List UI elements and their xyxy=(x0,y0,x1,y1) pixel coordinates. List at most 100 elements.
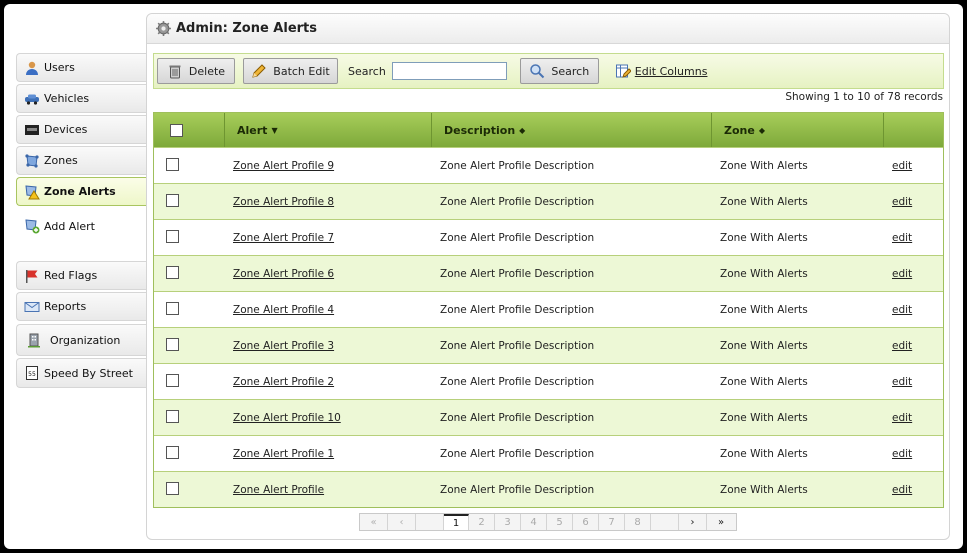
edit-link[interactable]: edit xyxy=(892,484,912,496)
page-1-button[interactable]: 1 xyxy=(444,514,469,530)
column-header-label: Zone xyxy=(724,123,755,137)
panel-header: Admin: Zone Alerts xyxy=(147,14,949,44)
zone-cell: Zone With Alerts xyxy=(720,411,808,424)
row-checkbox[interactable] xyxy=(166,481,179,495)
page-2-button[interactable]: 2 xyxy=(469,514,495,530)
alert-link[interactable]: Zone Alert Profile 7 xyxy=(233,232,334,244)
edit-link[interactable]: edit xyxy=(892,448,912,460)
building-icon xyxy=(28,333,40,348)
search-button[interactable]: Search xyxy=(519,58,599,84)
sidebar-item-speed-by-street[interactable]: 55 Speed By Street xyxy=(16,358,146,388)
delete-button[interactable]: Delete xyxy=(157,58,235,84)
batch-edit-button[interactable]: Batch Edit xyxy=(243,58,338,84)
edit-link[interactable]: edit xyxy=(892,304,912,316)
row-select-cell xyxy=(154,445,225,462)
alert-link[interactable]: Zone Alert Profile 9 xyxy=(233,160,334,172)
alert-link[interactable]: Zone Alert Profile 1 xyxy=(233,448,334,460)
alert-link[interactable]: Zone Alert Profile xyxy=(233,484,324,496)
edit-link[interactable]: edit xyxy=(892,232,912,244)
action-cell: edit xyxy=(884,376,912,388)
main-panel: Admin: Zone Alerts Delete Batch Edit Sea… xyxy=(146,13,950,540)
sidebar-item-organization[interactable]: Organization xyxy=(16,324,146,356)
row-checkbox[interactable] xyxy=(166,445,179,459)
row-select-cell xyxy=(154,265,225,282)
sidebar-item-devices[interactable]: Devices xyxy=(16,115,146,144)
description-cell: Zone Alert Profile Description xyxy=(440,267,595,280)
sidebar-item-red-flags[interactable]: Red Flags xyxy=(16,261,146,290)
row-checkbox[interactable] xyxy=(166,265,179,279)
page-3-button[interactable]: 3 xyxy=(495,514,521,530)
search-input[interactable] xyxy=(391,62,507,80)
sidebar-item-zone-alerts[interactable]: Zone Alerts xyxy=(16,177,146,206)
row-select-cell xyxy=(154,301,225,318)
column-header-description[interactable]: Description ◆ xyxy=(432,113,712,147)
select-all-checkbox[interactable] xyxy=(170,123,183,137)
alert-link[interactable]: Zone Alert Profile 2 xyxy=(233,376,334,388)
next-page-button[interactable]: › xyxy=(679,514,707,530)
pager-spacer xyxy=(651,514,679,530)
zone-cell: Zone With Alerts xyxy=(720,339,808,352)
page-4-button[interactable]: 4 xyxy=(521,514,547,530)
sidebar-item-reports[interactable]: Reports xyxy=(16,292,146,321)
sidebar-item-label: Users xyxy=(44,61,75,74)
sidebar-item-users[interactable]: Users xyxy=(16,53,146,82)
description-cell: Zone Alert Profile Description xyxy=(440,303,595,316)
action-cell: edit xyxy=(884,160,912,172)
row-checkbox[interactable] xyxy=(166,409,179,423)
row-checkbox[interactable] xyxy=(166,229,179,243)
zone-cell: Zone With Alerts xyxy=(720,483,808,496)
edit-link[interactable]: edit xyxy=(892,268,912,280)
alert-link[interactable]: Zone Alert Profile 6 xyxy=(233,268,334,280)
alert-link[interactable]: Zone Alert Profile 8 xyxy=(233,196,334,208)
first-page-button[interactable]: « xyxy=(360,514,388,530)
page-7-button[interactable]: 7 xyxy=(599,514,625,530)
zone-cell: Zone With Alerts xyxy=(720,231,808,244)
table-row: Zone Alert Profile 3 Zone Alert Profile D… xyxy=(154,327,943,363)
action-cell: edit xyxy=(884,196,912,208)
description-cell: Zone Alert Profile Description xyxy=(440,447,595,460)
edit-link[interactable]: edit xyxy=(892,412,912,424)
svg-text:55: 55 xyxy=(28,371,36,378)
table-row: Zone Alert Profile Zone Alert Profile Des… xyxy=(154,471,943,507)
alert-link[interactable]: Zone Alert Profile 4 xyxy=(233,304,334,316)
alert-cell: Zone Alert Profile 7 xyxy=(225,232,432,244)
description-cell: Zone Alert Profile Description xyxy=(440,483,595,496)
table-row: Zone Alert Profile 7 Zone Alert Profile D… xyxy=(154,219,943,255)
sort-icon: ◆ xyxy=(519,125,526,135)
row-checkbox[interactable] xyxy=(166,301,179,315)
column-header-alert[interactable]: Alert ▼ xyxy=(225,113,432,147)
row-checkbox[interactable] xyxy=(166,373,179,387)
alert-cell: Zone Alert Profile xyxy=(225,484,432,496)
sidebar-item-add-alert[interactable]: Add Alert xyxy=(24,216,95,236)
sidebar-item-zones[interactable]: Zones xyxy=(16,146,146,175)
edit-link[interactable]: edit xyxy=(892,160,912,172)
column-header-zone[interactable]: Zone ◆ xyxy=(712,113,884,147)
table-row: Zone Alert Profile 1 Zone Alert Profile D… xyxy=(154,435,943,471)
alert-cell: Zone Alert Profile 9 xyxy=(225,160,432,172)
zone-icon xyxy=(25,153,39,168)
zone-cell: Zone With Alerts xyxy=(720,303,808,316)
page-5-button[interactable]: 5 xyxy=(547,514,573,530)
alert-link[interactable]: Zone Alert Profile 3 xyxy=(233,340,334,352)
alert-link[interactable]: Zone Alert Profile 10 xyxy=(233,412,341,424)
edit-link[interactable]: edit xyxy=(892,340,912,352)
alert-cell: Zone Alert Profile 6 xyxy=(225,268,432,280)
edit-link[interactable]: edit xyxy=(892,196,912,208)
sidebar-item-vehicles[interactable]: Vehicles xyxy=(16,84,146,113)
column-header-label: Alert xyxy=(237,123,268,137)
prev-page-button[interactable]: ‹ xyxy=(388,514,416,530)
row-checkbox[interactable] xyxy=(166,193,179,207)
page-8-button[interactable]: 8 xyxy=(625,514,651,530)
edit-link[interactable]: edit xyxy=(892,376,912,388)
page-6-button[interactable]: 6 xyxy=(573,514,599,530)
row-checkbox[interactable] xyxy=(166,337,179,351)
last-page-button[interactable]: » xyxy=(707,514,735,530)
red-flag-icon xyxy=(26,269,38,283)
column-header-label: Description xyxy=(444,123,516,137)
row-checkbox[interactable] xyxy=(166,157,179,171)
action-cell: edit xyxy=(884,232,912,244)
batch-edit-label: Batch Edit xyxy=(273,64,330,78)
row-select-cell xyxy=(154,193,225,210)
edit-columns-link[interactable]: Edit Columns xyxy=(615,63,707,79)
sidebar-item-label: Reports xyxy=(44,300,87,313)
